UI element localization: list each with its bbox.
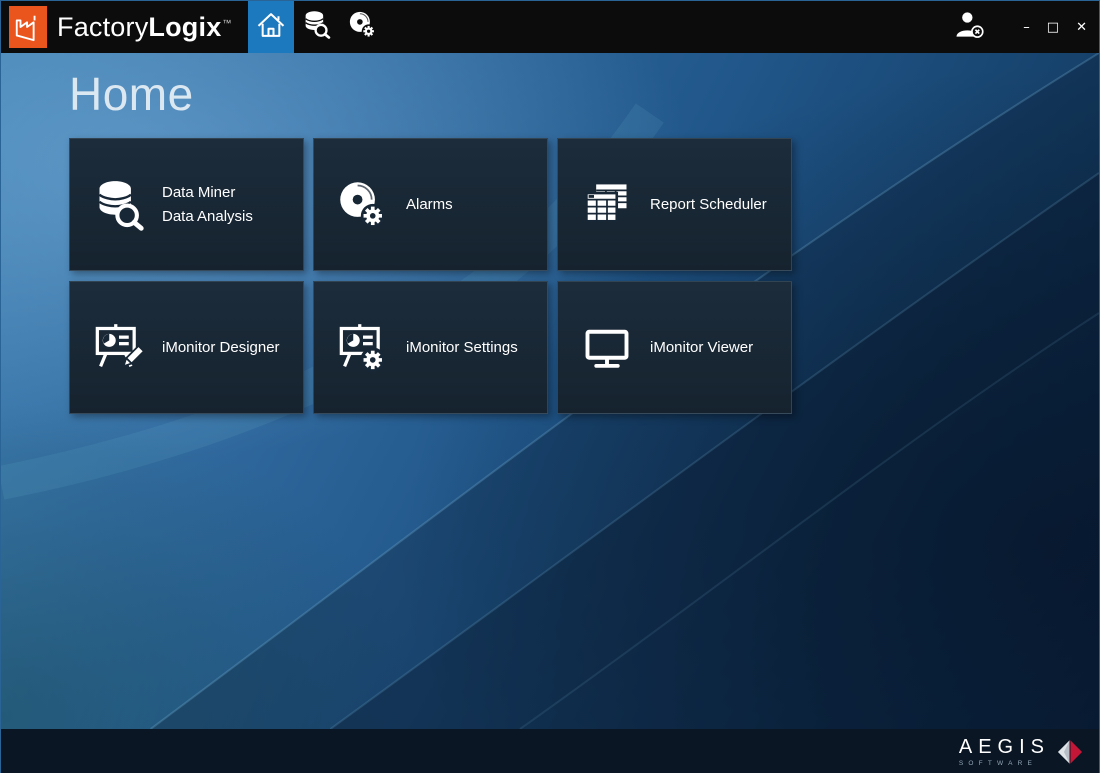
aegis-diamond-icon [1057,739,1083,765]
tiles-grid: Data Miner Data Analysis [69,138,829,424]
tile-data-miner[interactable]: Data Miner Data Analysis [69,138,304,271]
disc-gear-icon [333,179,393,231]
titlebar[interactable]: FactoryLogix™ [1,1,1099,53]
brand-regular: Factory [57,12,148,42]
user-signout-icon [954,10,984,45]
tile-label: iMonitor Settings [406,336,518,360]
disc-gear-icon [348,10,378,45]
titlebar-nav [248,1,386,53]
report-pages-icon [577,179,637,231]
window-controls: – □ ✕ [1006,21,1087,34]
tile-label: iMonitor Designer [162,336,280,360]
data-miner-nav-button[interactable] [294,1,340,53]
easel-pencil-icon [89,322,149,374]
minimize-button[interactable]: – [1023,21,1030,34]
app-window: FactoryLogix™ [0,0,1100,773]
tile-report-scheduler[interactable]: Report Scheduler [557,138,792,271]
database-search-icon [89,179,149,231]
app-title: FactoryLogix™ [57,12,232,43]
home-nav-button[interactable] [248,1,294,53]
home-icon [256,10,286,45]
home-screen: Home Data Miner Data Analysis [1,53,1099,729]
monitor-icon [577,322,637,374]
aegis-logo: AEGIS SOFTWARE [959,737,1083,767]
easel-gear-icon [333,322,393,374]
page-title: Home [1,53,1099,121]
tile-alarms[interactable]: Alarms [313,138,548,271]
titlebar-right: – □ ✕ [954,10,1099,45]
user-signout-button[interactable] [954,10,984,45]
factory-icon [13,12,43,42]
tile-imonitor-settings[interactable]: iMonitor Settings [313,281,548,414]
brand-bold: Logix [148,12,221,42]
aegis-wordmark: AEGIS SOFTWARE [959,737,1050,767]
tile-label: Data Miner Data Analysis [162,181,253,229]
trademark: ™ [222,18,231,28]
close-button[interactable]: ✕ [1076,21,1087,34]
tile-label: Alarms [406,193,453,217]
factorylogix-logo [9,6,47,48]
maximize-button[interactable]: □ [1047,21,1059,34]
tile-imonitor-designer[interactable]: iMonitor Designer [69,281,304,414]
footer-bar: AEGIS SOFTWARE [1,729,1099,773]
tile-label: Report Scheduler [650,193,767,217]
database-search-icon [302,10,331,44]
aegis-software-text: SOFTWARE [959,760,1050,767]
alarms-nav-button[interactable] [340,1,386,53]
tile-imonitor-viewer[interactable]: iMonitor Viewer [557,281,792,414]
aegis-brand-text: AEGIS [959,737,1050,757]
tile-label: iMonitor Viewer [650,336,753,360]
